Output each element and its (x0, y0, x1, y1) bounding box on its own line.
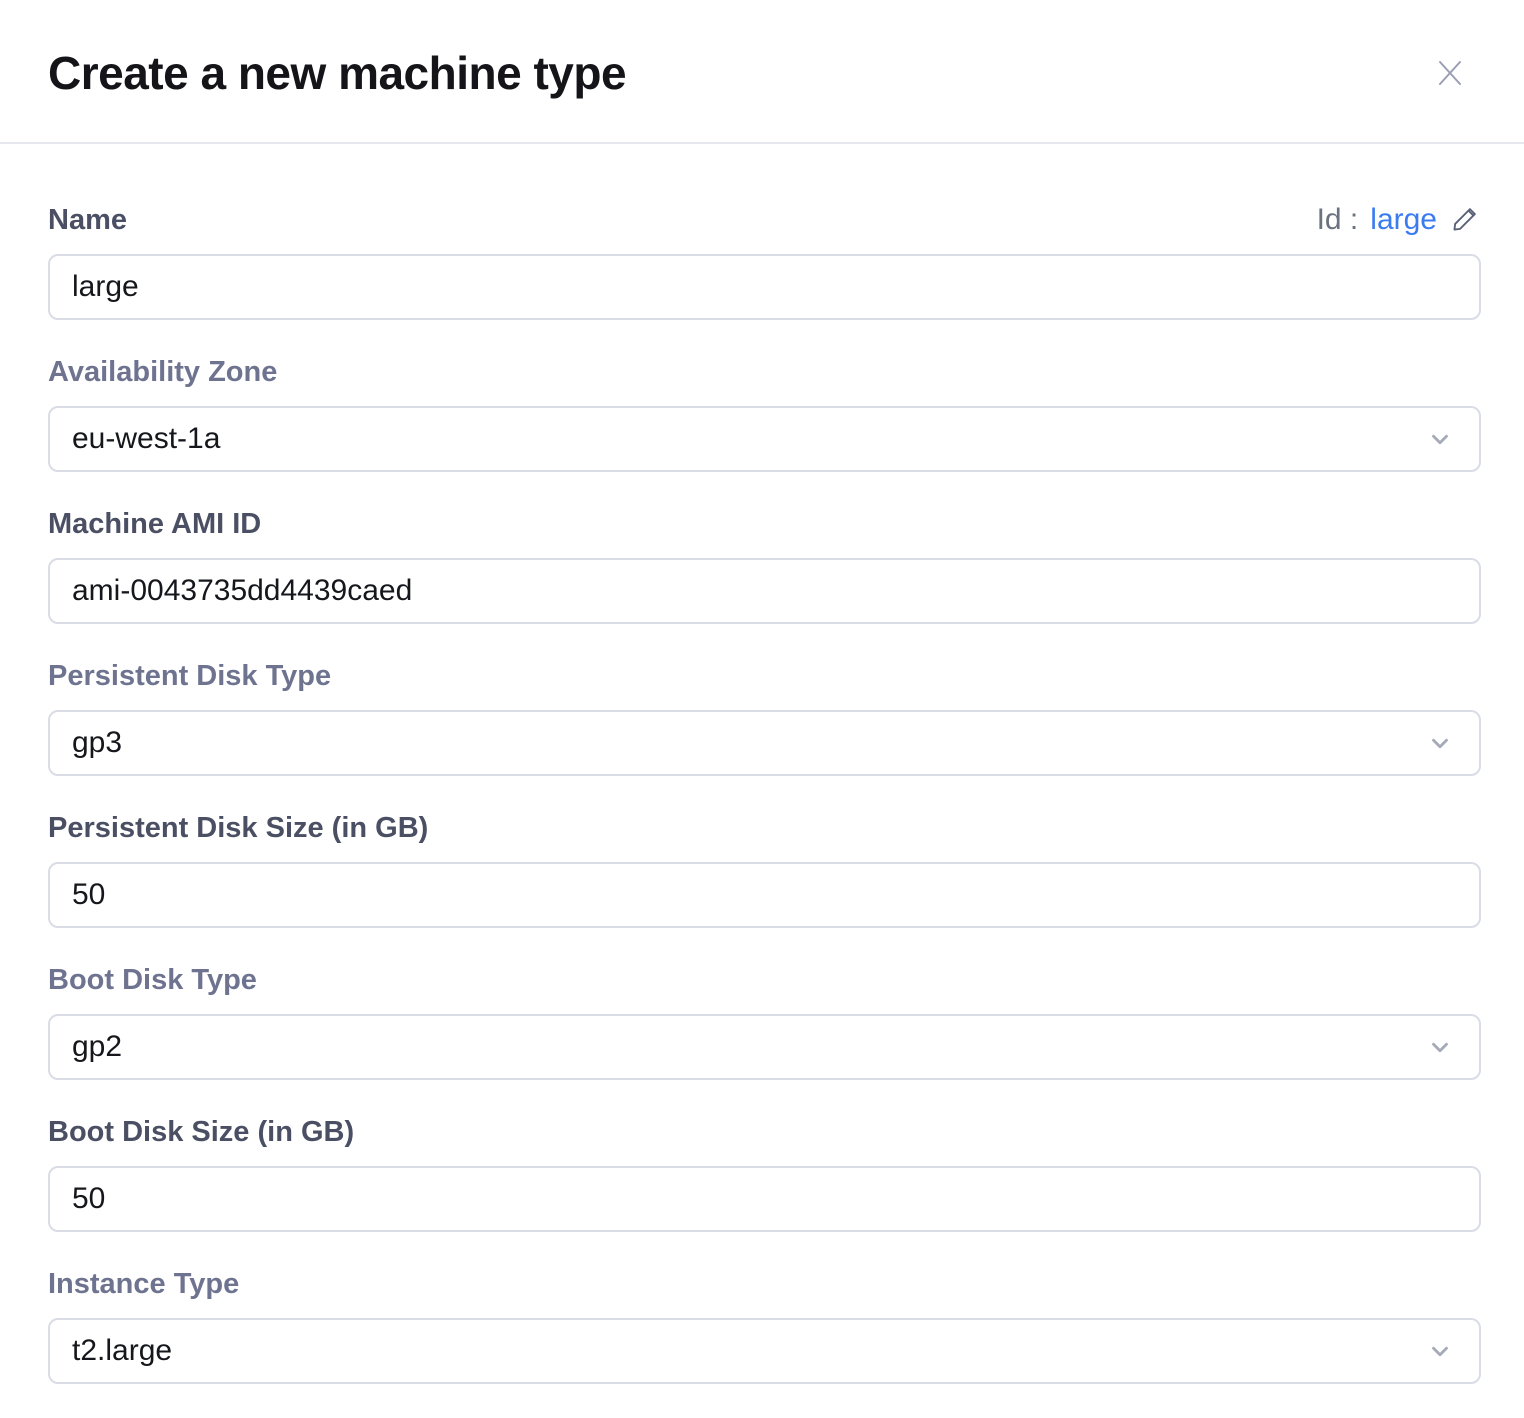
machine-ami-id-input[interactable] (48, 558, 1481, 624)
machine-ami-id-label: Machine AMI ID (48, 508, 261, 540)
edit-id-button[interactable] (1449, 203, 1481, 238)
field-availability-zone: Availability Zone eu-west-1a (48, 356, 1481, 472)
close-button[interactable] (1432, 54, 1468, 90)
persistent-disk-type-value: gp3 (72, 726, 122, 760)
persistent-disk-size-input[interactable] (48, 862, 1481, 928)
id-value: large (1370, 204, 1437, 236)
field-machine-ami-id: Machine AMI ID (48, 508, 1481, 624)
chevron-down-icon (1427, 1338, 1453, 1364)
chevron-down-icon (1427, 730, 1453, 756)
availability-zone-label: Availability Zone (48, 356, 277, 388)
boot-disk-type-label: Boot Disk Type (48, 964, 257, 996)
boot-disk-size-label: Boot Disk Size (in GB) (48, 1116, 354, 1148)
create-machine-type-modal: Create a new machine type Name Id : larg… (0, 0, 1524, 1384)
instance-type-label: Instance Type (48, 1268, 239, 1300)
instance-type-select[interactable]: t2.large (48, 1318, 1481, 1384)
field-persistent-disk-type: Persistent Disk Type gp3 (48, 660, 1481, 776)
boot-disk-type-select[interactable]: gp2 (48, 1014, 1481, 1080)
name-label: Name (48, 204, 127, 236)
field-boot-disk-type: Boot Disk Type gp2 (48, 964, 1481, 1080)
availability-zone-value: eu-west-1a (72, 422, 220, 456)
boot-disk-size-input[interactable] (48, 1166, 1481, 1232)
instance-type-value: t2.large (72, 1334, 172, 1368)
field-boot-disk-size: Boot Disk Size (in GB) (48, 1116, 1481, 1232)
id-prefix: Id : (1317, 204, 1359, 236)
persistent-disk-type-select[interactable]: gp3 (48, 710, 1481, 776)
page-title: Create a new machine type (48, 50, 626, 96)
pencil-icon (1449, 203, 1481, 238)
chevron-down-icon (1427, 1034, 1453, 1060)
name-input[interactable] (48, 254, 1481, 320)
modal-header: Create a new machine type (0, 0, 1524, 144)
availability-zone-select[interactable]: eu-west-1a (48, 406, 1481, 472)
boot-disk-type-value: gp2 (72, 1030, 122, 1064)
modal-body: Name Id : large Availa (0, 144, 1524, 1384)
persistent-disk-size-label: Persistent Disk Size (in GB) (48, 812, 428, 844)
field-instance-type: Instance Type t2.large (48, 1268, 1481, 1384)
field-name: Name Id : large (48, 204, 1481, 320)
persistent-disk-type-label: Persistent Disk Type (48, 660, 331, 692)
field-persistent-disk-size: Persistent Disk Size (in GB) (48, 812, 1481, 928)
close-icon (1432, 54, 1468, 90)
chevron-down-icon (1427, 426, 1453, 452)
id-display: Id : large (1317, 203, 1481, 238)
